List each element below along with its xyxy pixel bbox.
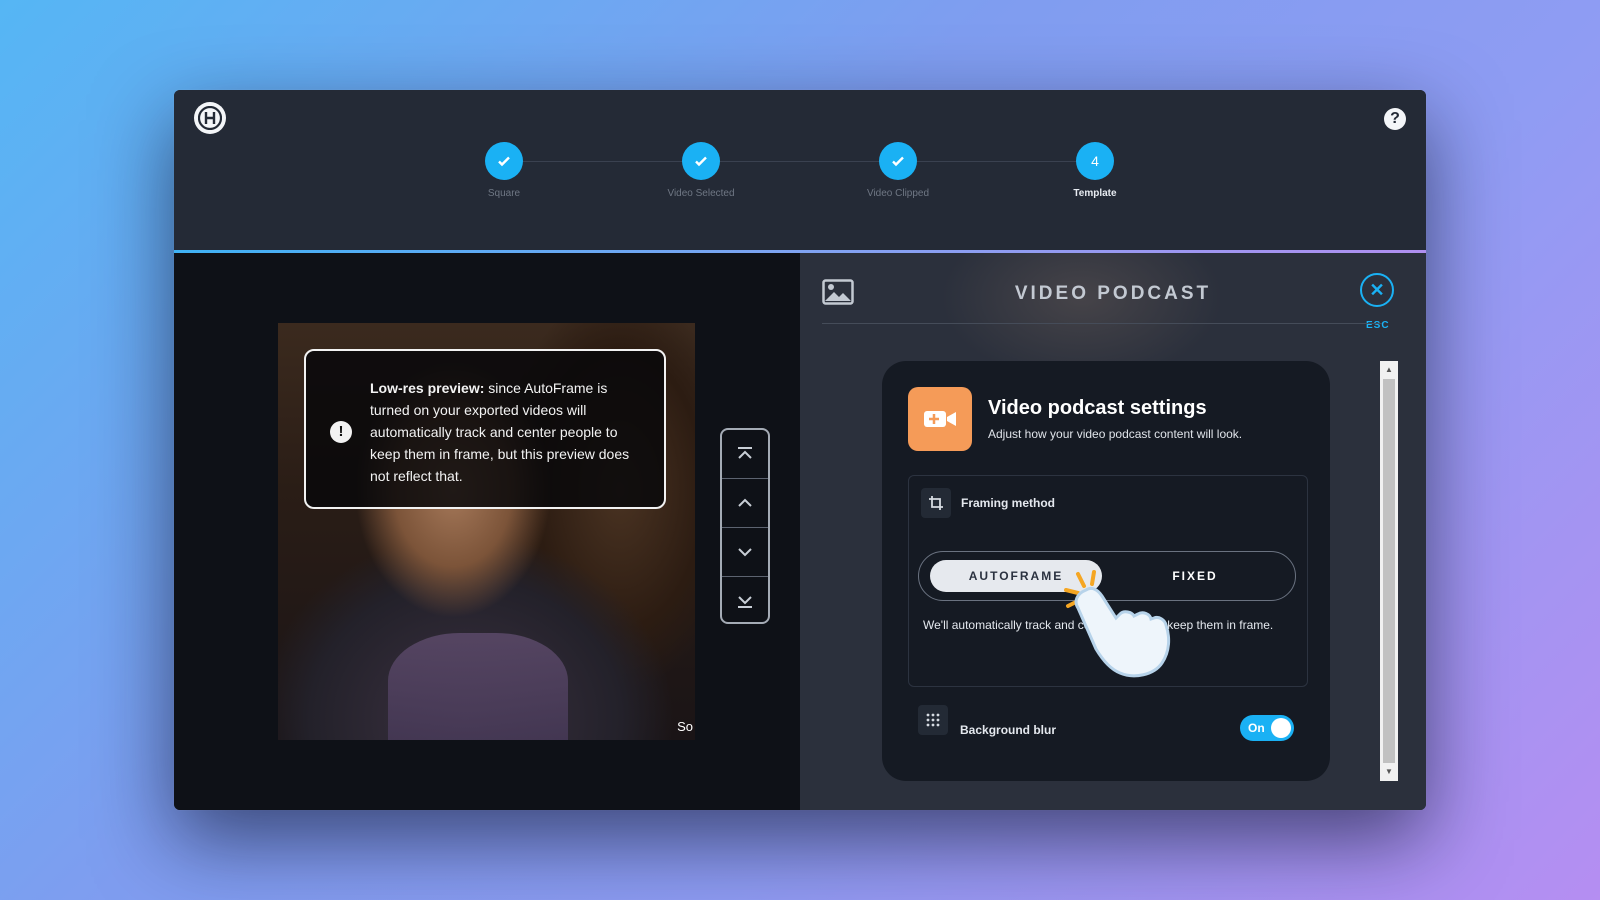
app-window: ? Square Video Selected Video Clipped 4 … bbox=[174, 90, 1426, 810]
step-template[interactable]: 4 Template bbox=[1025, 142, 1165, 199]
low-res-notice: ! Low-res preview: since AutoFrame is tu… bbox=[304, 349, 666, 509]
video-subject bbox=[388, 633, 568, 740]
pointer-hand-icon bbox=[1064, 568, 1194, 688]
video-camera-icon bbox=[908, 387, 972, 451]
step-video-selected[interactable]: Video Selected bbox=[631, 142, 771, 199]
dots-grid-icon bbox=[918, 705, 948, 735]
check-icon bbox=[682, 142, 720, 180]
settings-subtitle: Adjust how your video podcast content wi… bbox=[988, 427, 1243, 441]
chevron-up-icon bbox=[738, 498, 752, 507]
step-label: Video Clipped bbox=[866, 188, 930, 199]
step-label: Video Selected bbox=[667, 188, 735, 199]
logo-icon[interactable] bbox=[194, 102, 226, 134]
step-video-clipped[interactable]: Video Clipped bbox=[828, 142, 968, 199]
help-icon[interactable]: ? bbox=[1384, 108, 1406, 130]
scrollbar[interactable]: ▲ ▼ bbox=[1380, 361, 1398, 781]
panel-title: VIDEO PODCAST bbox=[1014, 283, 1212, 304]
chevron-bottom-icon bbox=[738, 596, 752, 608]
move-up-button[interactable] bbox=[722, 479, 768, 528]
move-down-button[interactable] bbox=[722, 528, 768, 577]
chevron-top-icon bbox=[738, 447, 752, 459]
background-blur-toggle[interactable]: On bbox=[1240, 715, 1294, 741]
move-top-button[interactable] bbox=[722, 430, 768, 479]
scroll-up-icon[interactable]: ▲ bbox=[1380, 363, 1398, 377]
toggle-knob bbox=[1271, 718, 1291, 738]
chevron-down-icon bbox=[738, 548, 752, 557]
crop-icon bbox=[921, 488, 951, 518]
toggle-state: On bbox=[1248, 721, 1265, 735]
background-blur-label: Background blur bbox=[960, 723, 1057, 737]
preview-pane: ! Low-res preview: since AutoFrame is tu… bbox=[174, 253, 800, 810]
scrollbar-thumb[interactable] bbox=[1383, 379, 1395, 763]
top-bar: ? Square Video Selected Video Clipped 4 … bbox=[174, 90, 1426, 251]
step-label: Square bbox=[487, 188, 521, 199]
check-icon bbox=[879, 142, 917, 180]
video-preview[interactable]: ! Low-res preview: since AutoFrame is tu… bbox=[278, 323, 695, 740]
settings-title: Video podcast settings bbox=[988, 397, 1207, 419]
notice-bold: Low-res preview: bbox=[370, 380, 485, 396]
check-icon bbox=[485, 142, 523, 180]
warning-icon: ! bbox=[330, 421, 352, 443]
scroll-down-icon[interactable]: ▼ bbox=[1380, 765, 1398, 779]
move-bottom-button[interactable] bbox=[722, 577, 768, 622]
step-square[interactable]: Square bbox=[434, 142, 574, 199]
framing-method-label: Framing method bbox=[961, 496, 1056, 510]
close-button[interactable]: ✕ bbox=[1360, 273, 1394, 307]
position-controls bbox=[720, 428, 770, 624]
step-number: 4 bbox=[1076, 142, 1114, 180]
caption-snippet: So bbox=[677, 719, 693, 734]
stepper-line bbox=[504, 161, 1094, 162]
settings-pane: VIDEO PODCAST ✕ ESC Video podcast settin… bbox=[800, 253, 1426, 810]
step-label: Template bbox=[1073, 188, 1117, 199]
esc-label: ESC bbox=[1366, 320, 1390, 331]
divider bbox=[822, 323, 1382, 324]
